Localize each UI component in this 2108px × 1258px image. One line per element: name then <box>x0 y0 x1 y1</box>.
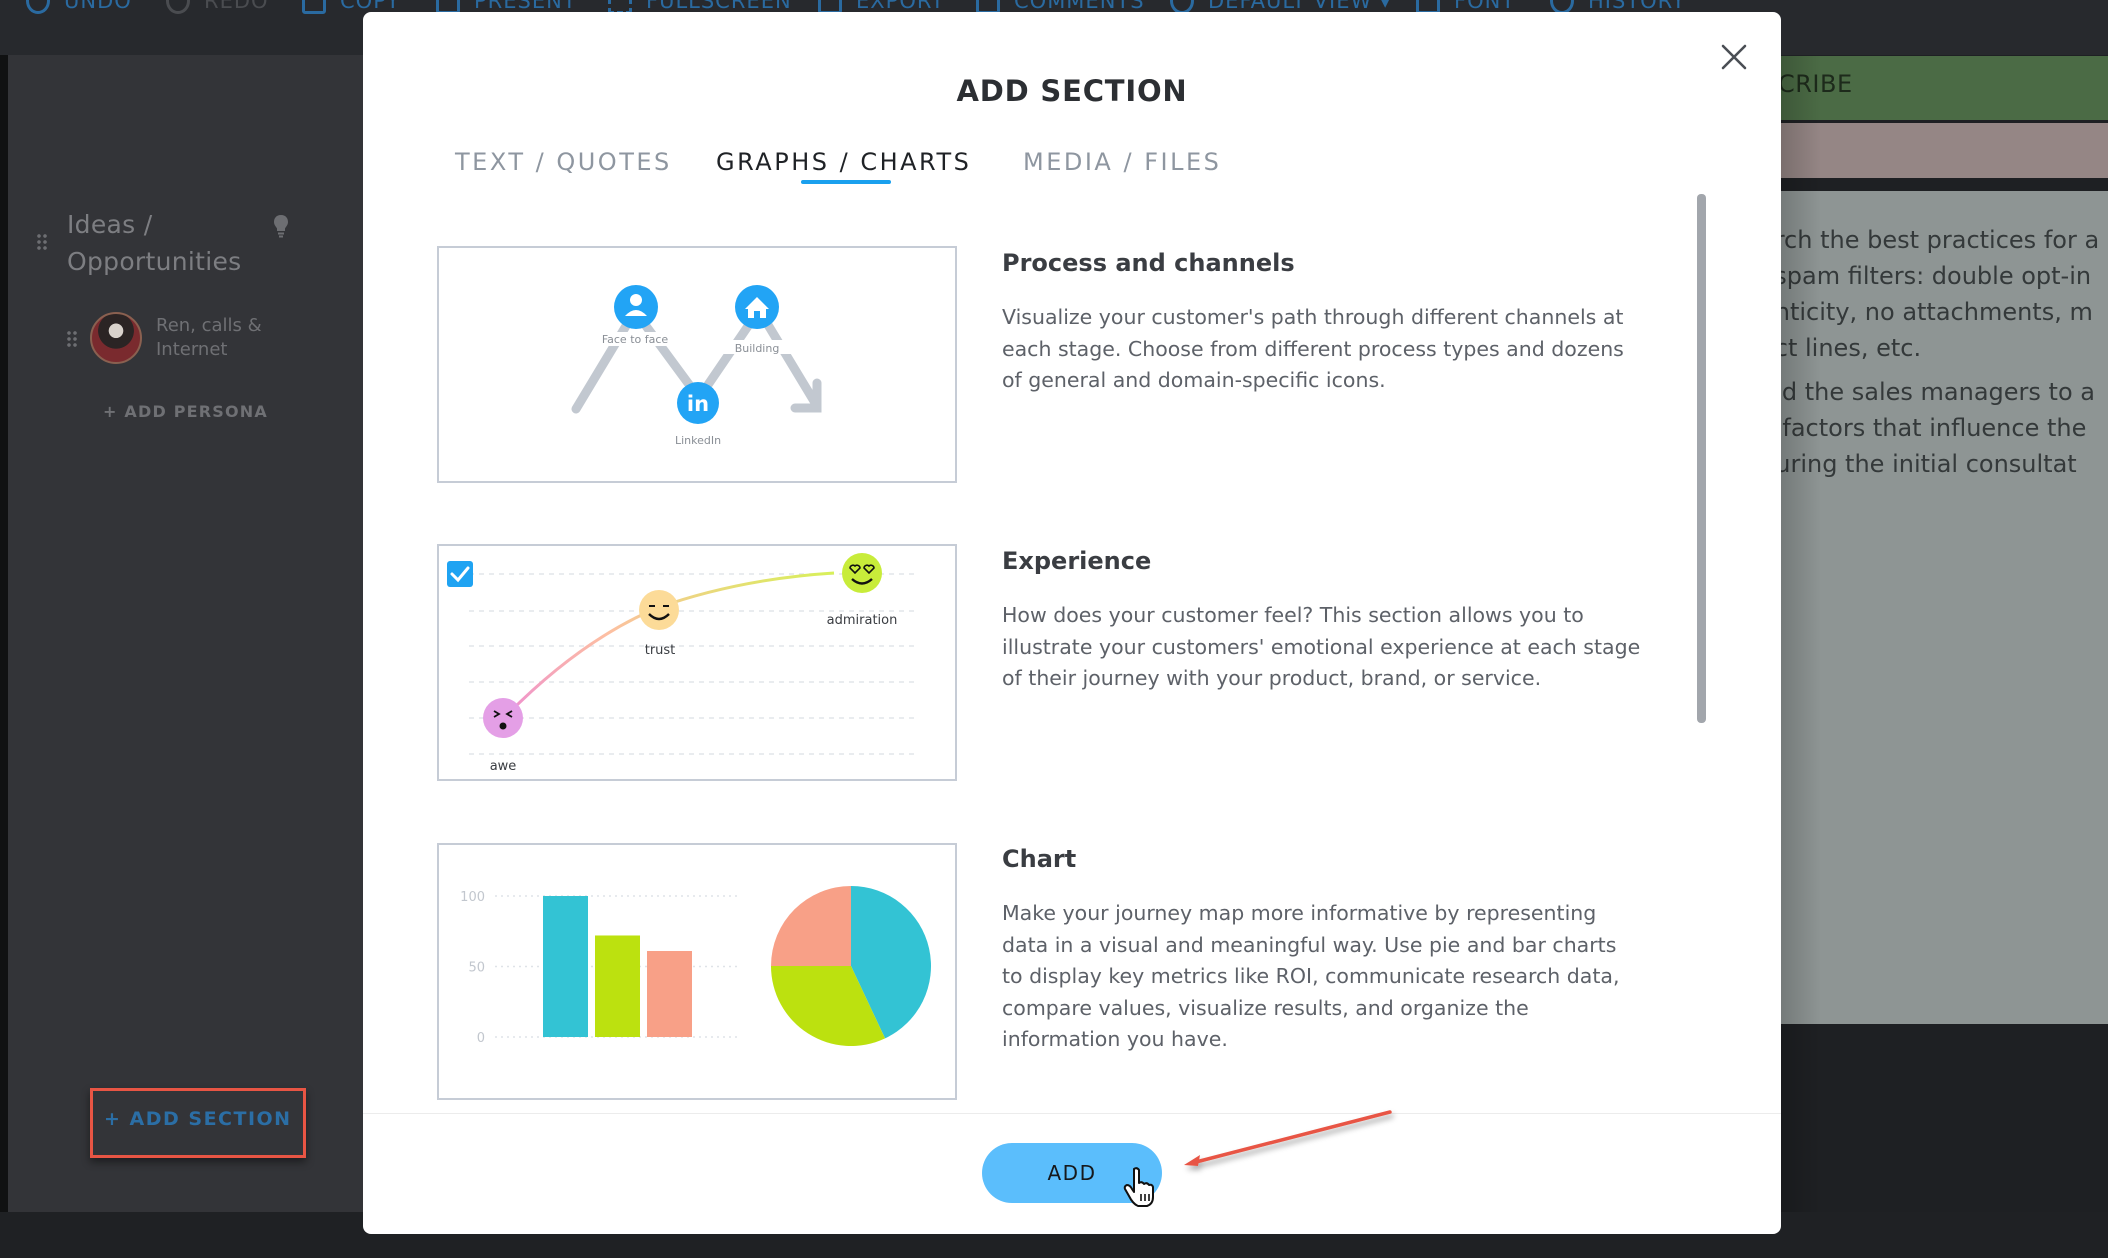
heart-eyes-face-icon <box>842 553 882 593</box>
chart-preview[interactable]: 100 50 0 <box>437 843 957 1100</box>
chart-tick-label: 0 <box>477 1031 485 1046</box>
add-button[interactable]: ADD <box>982 1143 1162 1203</box>
process-node-label: Building <box>735 342 780 355</box>
emotion-label: admiration <box>827 613 898 628</box>
chart-preview-svg: 100 50 0 <box>460 886 931 1046</box>
process-channels-preview[interactable]: Face to face Building in LinkedIn <box>437 246 957 483</box>
card-description: How does your customer feel? This sectio… <box>1002 603 1641 690</box>
card-description: Visualize your customer's path through d… <box>1002 305 1624 392</box>
chart-tick-label: 50 <box>468 961 485 976</box>
active-tab-indicator <box>801 180 891 184</box>
experience-preview[interactable]: awe trust admiration <box>437 544 957 781</box>
process-node-label: Face to face <box>602 333 669 346</box>
section-title: Ideas / Opportunities <box>67 210 242 276</box>
lightbulb-icon[interactable] <box>273 214 289 238</box>
chart-bar <box>543 896 588 1037</box>
person-icon <box>614 285 658 329</box>
chart-bar <box>647 950 692 1037</box>
close-icon[interactable] <box>1719 42 1749 72</box>
modal-scrollbar[interactable] <box>1697 194 1706 723</box>
tab-text-quotes[interactable]: TEXT / QUOTES <box>455 148 672 176</box>
card-description: Make your journey map more informative b… <box>1002 901 1620 1051</box>
left-edge-strip <box>0 55 8 1212</box>
awe-face-icon <box>483 698 523 738</box>
persona-name[interactable]: Ren, calls & Internet <box>156 314 286 362</box>
home-icon <box>735 285 779 329</box>
experience-gridlines <box>469 573 919 755</box>
svg-text:in: in <box>687 392 709 416</box>
trust-face-icon <box>639 590 679 630</box>
chart-tick-label: 100 <box>460 890 485 905</box>
footer-divider <box>363 1113 1781 1114</box>
process-node-label: LinkedIn <box>675 434 721 447</box>
card-title: Chart <box>1002 845 1077 873</box>
persona-avatar[interactable] <box>90 312 142 364</box>
chart-pie-slice <box>771 886 851 966</box>
modal-shadow <box>1781 56 1821 1212</box>
tab-graphs-charts[interactable]: GRAPHS / CHARTS <box>716 148 971 176</box>
emotion-label: trust <box>645 643 676 658</box>
toolbar-undo[interactable]: UNDO <box>26 0 132 16</box>
add-section-modal: ADD SECTION TEXT / QUOTES GRAPHS / CHART… <box>363 12 1781 1234</box>
tab-media-files[interactable]: MEDIA / FILES <box>1023 148 1221 176</box>
toolbar-redo[interactable]: REDO <box>166 0 269 16</box>
modal-title: ADD SECTION <box>956 74 1188 108</box>
persona-drag-handle-icon[interactable] <box>66 330 78 348</box>
undo-icon <box>26 0 50 14</box>
emotion-label: awe <box>490 759 517 774</box>
chart-bar <box>595 935 640 1037</box>
card-title: Experience <box>1002 547 1152 575</box>
add-persona-button[interactable]: + ADD PERSONA <box>103 402 268 421</box>
add-section-button[interactable]: + ADD SECTION <box>104 1108 292 1130</box>
card-title: Process and channels <box>1002 249 1295 277</box>
redo-icon <box>166 0 190 14</box>
linkedin-icon: in <box>677 382 719 424</box>
drag-handle-icon[interactable] <box>36 233 48 251</box>
selected-checkbox-icon <box>447 561 473 587</box>
copy-icon <box>302 0 326 14</box>
